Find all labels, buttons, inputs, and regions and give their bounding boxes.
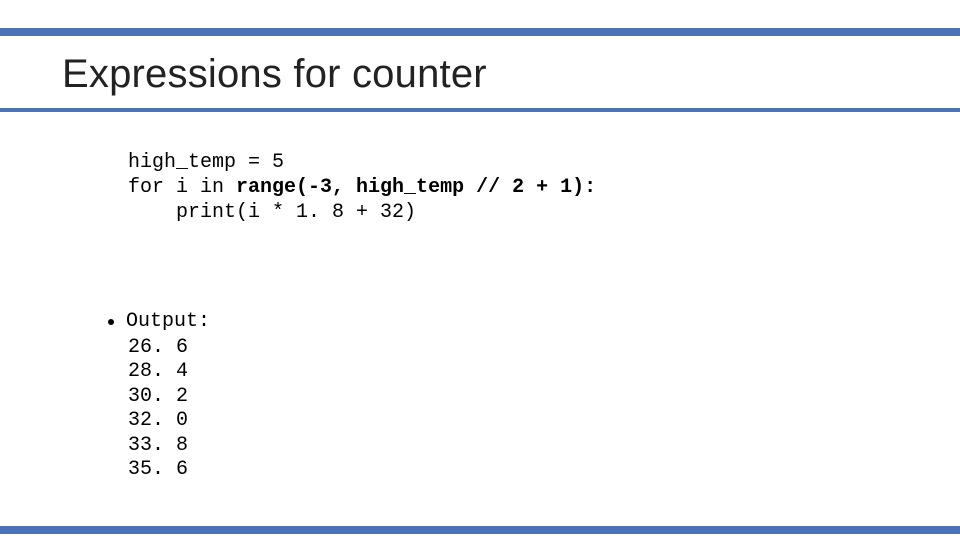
top-rule: [0, 28, 960, 36]
code-line-3: print(i * 1. 8 + 32): [128, 201, 416, 224]
slide-title: Expressions for counter: [62, 52, 487, 97]
title-underline: [0, 108, 960, 112]
output-bullet: Output:: [108, 310, 210, 333]
output-values: 26. 6 28. 4 30. 2 32. 0 33. 8 35. 6: [128, 336, 188, 482]
slide: Expressions for counter high_temp = 5 fo…: [0, 0, 960, 540]
code-line-2a: for i in: [128, 176, 236, 199]
output-label: Output:: [126, 310, 210, 333]
code-block: high_temp = 5 for i in range(-3, high_te…: [128, 150, 596, 225]
bullet-icon: [108, 319, 114, 325]
code-line-1: high_temp = 5: [128, 151, 284, 174]
code-line-2b: range(-3, high_temp // 2 + 1):: [236, 176, 596, 199]
bottom-rule: [0, 526, 960, 534]
